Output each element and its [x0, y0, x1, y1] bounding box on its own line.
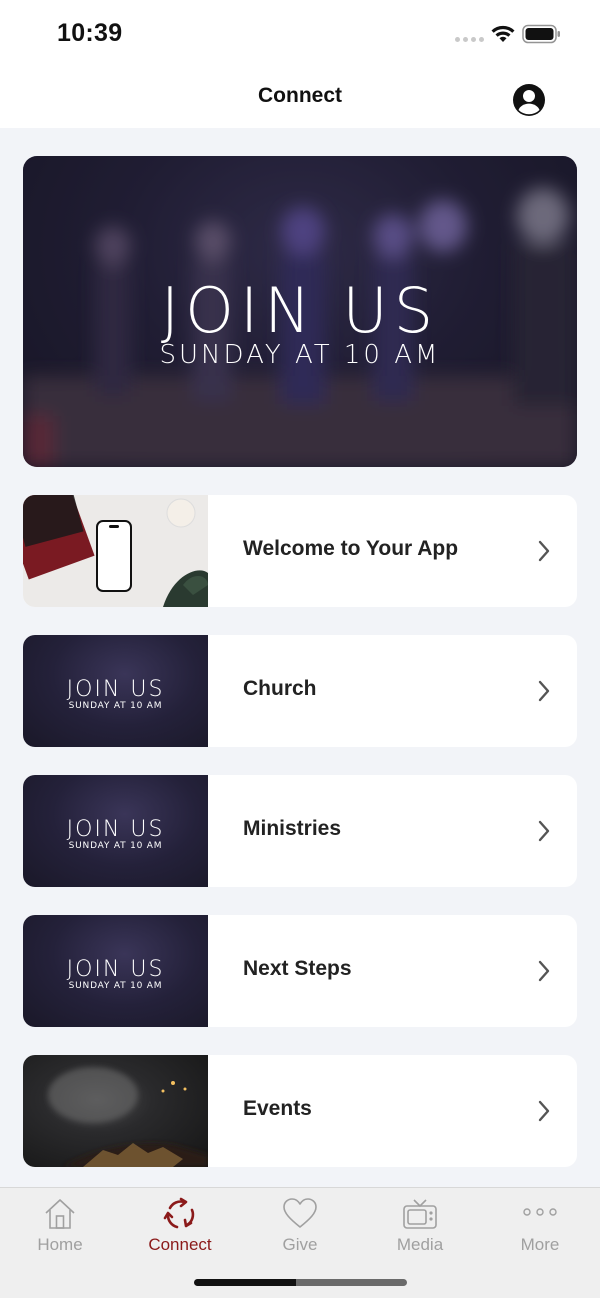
list-item-label: Ministries: [243, 817, 342, 840]
status-time: 10:39: [57, 19, 123, 47]
list-item-label: Church: [243, 677, 317, 700]
tab-label: Connect: [148, 1235, 212, 1254]
chevron-right-icon: [538, 820, 550, 842]
thumb-title: JOIN US: [66, 957, 165, 982]
signal-dots-icon: [455, 37, 484, 42]
hero-subtitle: SUNDAY AT 10 AM: [159, 340, 441, 370]
more-icon: [523, 1208, 557, 1216]
tab-label: More: [520, 1235, 560, 1254]
list-item-ministries[interactable]: JOIN US SUNDAY AT 10 AM Ministries: [23, 775, 577, 887]
list-item-next-steps[interactable]: JOIN US SUNDAY AT 10 AM Next Steps: [23, 915, 577, 1027]
hero-title: JOIN US: [160, 274, 440, 347]
home-icon: [45, 1199, 75, 1229]
list-item-church[interactable]: JOIN US SUNDAY AT 10 AM Church: [23, 635, 577, 747]
wifi-icon: [491, 25, 515, 42]
tab-label: Give: [282, 1235, 318, 1254]
list-item-label: Next Steps: [243, 957, 352, 980]
battery-icon: [522, 24, 560, 44]
list-item-welcome[interactable]: Welcome to Your App: [23, 495, 577, 607]
thumb-subtitle: SUNDAY AT 10 AM: [68, 981, 163, 991]
tv-icon: [403, 1199, 437, 1229]
tab-media[interactable]: Media: [360, 1188, 480, 1268]
crowd-hands-photo: [23, 1055, 208, 1167]
hero-banner[interactable]: JOIN US SUNDAY AT 10 AM: [23, 156, 577, 467]
heart-icon: [283, 1198, 317, 1228]
list-item-label: Welcome to Your App: [243, 537, 459, 560]
connect-icon: [163, 1197, 195, 1229]
thumb-subtitle: SUNDAY AT 10 AM: [68, 701, 163, 711]
nav-bar: Connect: [0, 64, 600, 128]
desk-phone-photo: [23, 495, 208, 607]
tab-connect[interactable]: Connect: [120, 1188, 240, 1268]
profile-icon[interactable]: [512, 83, 546, 117]
home-indicator[interactable]: [194, 1279, 407, 1286]
thumb-title: JOIN US: [66, 817, 165, 842]
list-item-events[interactable]: Events: [23, 1055, 577, 1167]
tab-label: Home: [37, 1235, 83, 1254]
chevron-right-icon: [538, 540, 550, 562]
tab-label: Media: [396, 1235, 444, 1254]
join-us-thumbnail: JOIN US SUNDAY AT 10 AM: [23, 775, 208, 887]
page-title: Connect: [258, 84, 342, 107]
join-us-thumbnail: JOIN US SUNDAY AT 10 AM: [23, 915, 208, 1027]
thumb-title: JOIN US: [66, 677, 165, 702]
join-us-thumbnail: JOIN US SUNDAY AT 10 AM: [23, 635, 208, 747]
chevron-right-icon: [538, 680, 550, 702]
chevron-right-icon: [538, 960, 550, 982]
tab-give[interactable]: Give: [240, 1188, 360, 1268]
tab-home[interactable]: Home: [0, 1188, 120, 1268]
thumb-subtitle: SUNDAY AT 10 AM: [68, 841, 163, 851]
status-bar: 10:39: [0, 0, 600, 64]
tab-more[interactable]: More: [480, 1188, 600, 1268]
list-item-label: Events: [243, 1097, 312, 1120]
chevron-right-icon: [538, 1100, 550, 1122]
